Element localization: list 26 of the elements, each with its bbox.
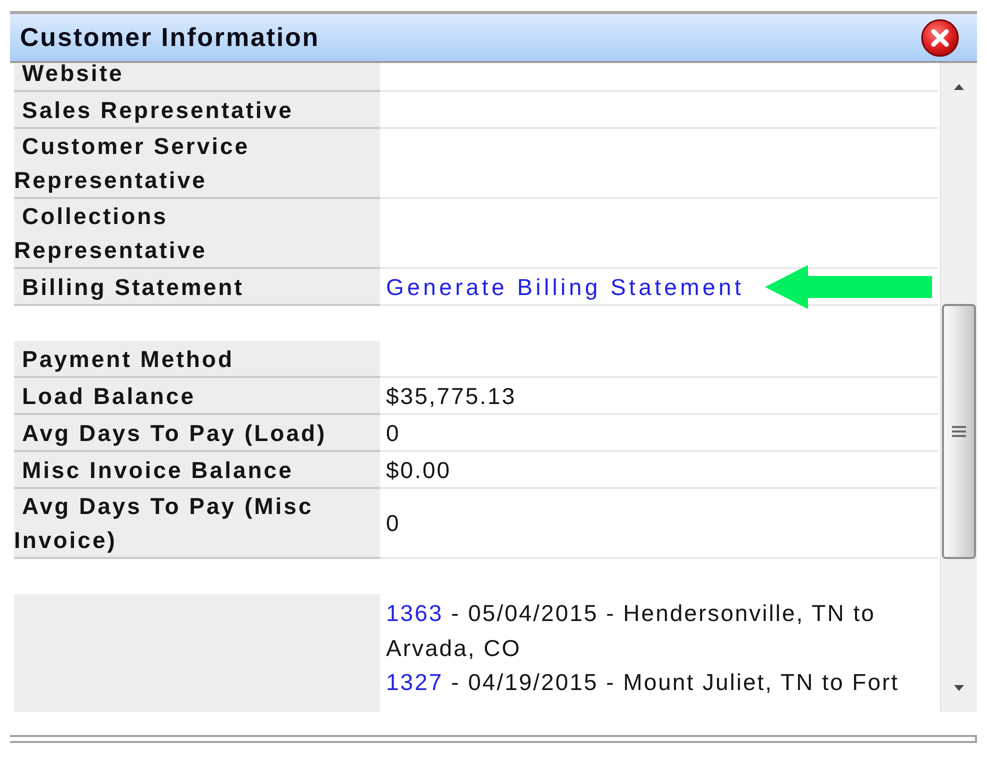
- close-icon: [921, 18, 959, 56]
- close-button[interactable]: [921, 18, 959, 56]
- window-title: Customer Information: [20, 22, 320, 53]
- grip-icon: [952, 426, 966, 437]
- label-cell: Collections Representative: [14, 199, 380, 269]
- label-cell: Payment Method: [14, 341, 380, 378]
- field-value: 0: [386, 418, 400, 448]
- label-cell: Sales Representative: [14, 92, 380, 129]
- load-number-link[interactable]: 1363: [386, 600, 444, 626]
- load-entry: 1327 - 04/19/2015 - Mount Juliet, TN to Fort: [386, 668, 900, 697]
- scrollbar-thumb[interactable]: [942, 304, 976, 559]
- field-value: $0.00: [386, 456, 452, 484]
- load-number-link[interactable]: 1327: [386, 669, 444, 695]
- caret-up-icon: [954, 84, 964, 90]
- label-cell: Website: [14, 63, 380, 92]
- label-cell: Billing Statement: [14, 269, 380, 306]
- load-entry: 1363 - 05/04/2015 - Hendersonville, TN to Arvada, CO: [386, 599, 876, 662]
- label-cell: Customer Service Representative: [14, 129, 380, 199]
- label-cell: Misc Invoice Balance: [14, 452, 380, 489]
- scrollbar[interactable]: [940, 63, 977, 712]
- field-value: $35,775.13: [386, 382, 516, 410]
- field-value: 0: [386, 509, 400, 538]
- label-cell: Avg Days To Pay (Load): [14, 415, 380, 452]
- label-cell: Avg Days To Pay (Misc Invoice): [14, 489, 380, 559]
- label-cell: Load Balance: [14, 378, 380, 415]
- caret-down-icon: [954, 685, 964, 691]
